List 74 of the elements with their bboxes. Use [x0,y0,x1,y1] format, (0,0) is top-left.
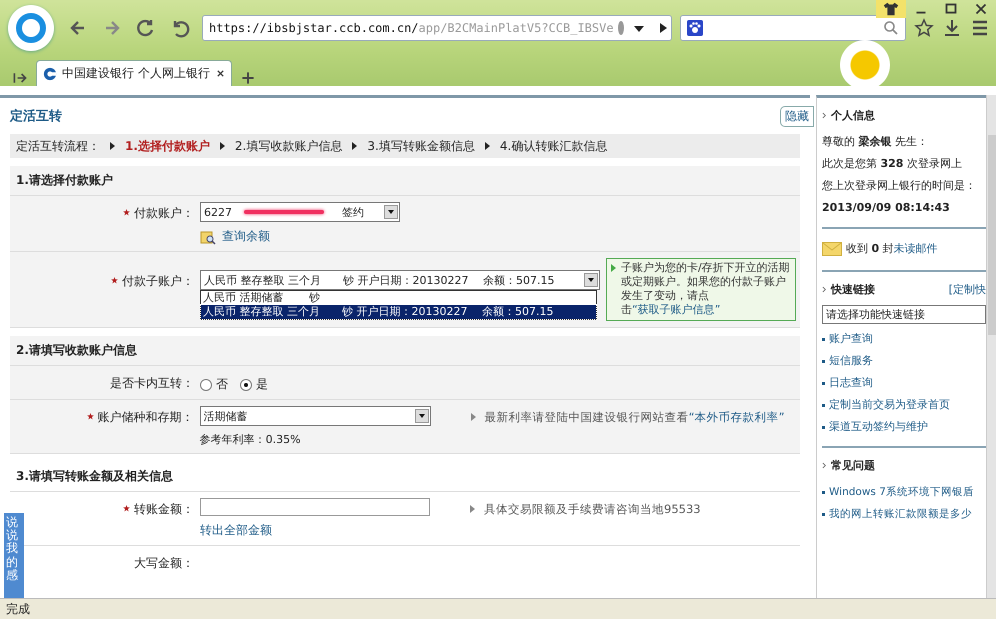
rate-note: 最新利率请登陆中国建设银行网站查看“本外币存款利率” [484,410,785,425]
radio-label: 否 [216,376,228,393]
field-label: 付款账户： [134,205,194,222]
unread-mail-link[interactable]: 未读邮件 [894,242,938,255]
rate-text: 参考年利率：0.35% [200,432,302,447]
field-label: 账户储种和存期： [98,409,194,426]
chevron-icon [822,286,827,293]
menu-icon[interactable] [970,18,990,38]
faq-link[interactable]: Windows 7系统环境下网银盾 [829,481,974,503]
quick-link[interactable]: 渠道互动签约与维护 [829,416,928,438]
radio-label: 是 [256,376,268,393]
quick-link-select[interactable]: 请选择功能快速链接 [822,305,986,324]
faq-link[interactable]: 我的网上转账汇款限额是多少 [829,503,972,525]
step-label: 4.确认转账汇款信息 [500,138,608,154]
scrollbar[interactable] [986,95,996,598]
deposit-type-select[interactable]: 活期储蓄 [200,406,431,426]
amount-input[interactable] [200,498,430,516]
chevron-icon [822,462,827,469]
shirt-icon[interactable] [876,0,906,18]
search-field[interactable] [680,15,906,41]
dropdown-option[interactable]: 人民币 整存整取 三个月 钞 开户日期：20130227 余额：507.15 [201,305,596,319]
field-label: 是否卡内互转： [110,375,194,392]
paw-icon [687,20,703,36]
chevron-icon [822,112,827,119]
tip-text: 子账户为您的卡/存折下开立的活期或定期账户。如果您的付款子账户发生了变动，请点击“获取子账户信息” [621,261,790,316]
sidebar-heading: 个人信息 [831,108,875,123]
last-login-label: 您上次登录网上银行的时间是： [822,178,977,194]
page-title: 定活互转 [10,108,62,125]
field-label: 付款子账户： [122,273,194,290]
steps-label: 定活互转流程： [16,138,100,154]
query-balance-link[interactable]: 查询余额 [222,228,270,245]
mail-text: 收到 0 封未读邮件 [846,241,938,256]
radio-button[interactable] [240,378,252,390]
step-label: 1.选择付款账户 [125,138,210,154]
account-select[interactable]: 6227 签约 [200,202,400,222]
dropdown-option[interactable]: 人民币 活期储蓄 钞 [201,291,596,305]
quick-link[interactable]: 定制当前交易为登录首页 [829,394,950,416]
field-label: 转账金额： [134,501,194,518]
customize-link[interactable]: [定制快 [948,282,986,297]
magnifier-folder-icon [200,228,216,244]
field-label: 大写金额： [134,555,194,572]
step-label: 2.填写收款账户信息 [234,138,342,154]
section-heading: 2.请填写收款账户信息 [10,336,800,366]
sidebar-heading: 快速链接 [831,282,875,297]
browser-logo-icon[interactable] [8,5,54,51]
transfer-all-link[interactable]: 转出全部金额 [200,522,272,539]
address-bar[interactable]: https://ibsbjstar.ccb.com.cn/app/B2CMainPlatV5?CCB_IBSVe [202,15,672,41]
section-heading: 1.请选择付款账户 [10,166,800,196]
browser-tab[interactable]: 中国建设银行 个人网上银行 [36,60,232,86]
hide-button[interactable]: 隐藏 [780,106,814,126]
step-label: 3.填写转账金额信息 [367,138,475,154]
quick-link[interactable]: 日志查询 [829,372,873,394]
quick-link[interactable]: 账户查询 [829,328,873,350]
sidebar-heading: 常见问题 [831,458,875,473]
download-icon[interactable] [942,18,962,38]
quick-link[interactable]: 短信服务 [829,350,873,372]
star-icon[interactable] [914,18,934,38]
sub-account-select[interactable]: 人民币 整存整取 三个月 钞 开户日期：20130227 余额：507.15 [200,270,600,290]
greeting-text: 尊敬的 梁余银 先生： [822,134,929,150]
envelope-icon [822,242,842,256]
sidebar-toggle-icon[interactable] [12,70,28,86]
deposit-rate-link[interactable]: “本外币存款利率” [688,410,785,424]
limit-note: 具体交易限额及手续费请咨询当地95533 [484,502,701,517]
section-heading: 3.请填写转账金额及相关信息 [10,462,800,492]
status-text: 完成 [6,600,30,618]
feedback-tab[interactable]: 说说我的感 [4,513,24,598]
visit-count-text: 此次是您第 328 次登录网上 [822,156,963,172]
new-tab-icon[interactable] [240,70,256,86]
tab-close-icon[interactable] [216,69,225,78]
last-login-time: 2013/09/09 08:14:43 [822,200,951,216]
refresh-icon[interactable] [136,18,156,38]
bank-logo-icon [43,66,57,80]
radio-button[interactable] [200,378,212,390]
get-subaccount-link[interactable]: “获取子账户信息” [632,303,720,316]
